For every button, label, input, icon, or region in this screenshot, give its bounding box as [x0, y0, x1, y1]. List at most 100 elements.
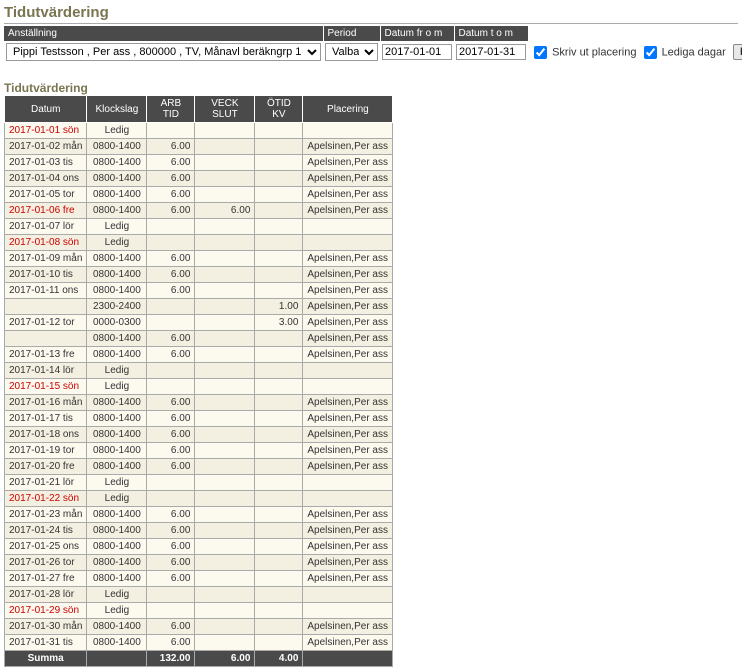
divider [4, 23, 738, 24]
cell-veck [195, 347, 255, 363]
cell-veck [195, 459, 255, 475]
cell-clock: 0800-1400 [87, 539, 147, 555]
table-row: 0800-14006.00Apelsinen,Per ass [5, 331, 393, 347]
cell-plac: Apelsinen,Per ass [303, 187, 393, 203]
table-row: 2017-01-28 lörLedig [5, 587, 393, 603]
cell-veck [195, 139, 255, 155]
cell-date: 2017-01-01 sön [5, 123, 87, 139]
cell-otid [255, 123, 303, 139]
table-row: 2017-01-21 lörLedig [5, 475, 393, 491]
table-row: 2017-01-30 mån0800-14006.00Apelsinen,Per… [5, 619, 393, 635]
cell-veck [195, 539, 255, 555]
cell-otid [255, 491, 303, 507]
cell-date: 2017-01-09 mån [5, 251, 87, 267]
cell-otid [255, 283, 303, 299]
cell-plac: Apelsinen,Per ass [303, 315, 393, 331]
cell-clock: 0800-1400 [87, 619, 147, 635]
cell-date: 2017-01-31 tis [5, 635, 87, 651]
table-row: 2017-01-17 tis0800-14006.00Apelsinen,Per… [5, 411, 393, 427]
cell-plac [303, 491, 393, 507]
cell-otid [255, 379, 303, 395]
cell-plac: Apelsinen,Per ass [303, 155, 393, 171]
cell-date: 2017-01-28 lör [5, 587, 87, 603]
table-row: 2017-01-13 fre0800-14006.00Apelsinen,Per… [5, 347, 393, 363]
table-row: 2017-01-27 fre0800-14006.00Apelsinen,Per… [5, 571, 393, 587]
cell-arb [147, 123, 195, 139]
employment-select[interactable]: Pippi Testsson , Per ass , 800000 , TV, … [6, 43, 321, 61]
cell-date: 2017-01-27 fre [5, 571, 87, 587]
cell-date: 2017-01-05 tor [5, 187, 87, 203]
cell-otid [255, 235, 303, 251]
table-row: 2017-01-18 ons0800-14006.00Apelsinen,Per… [5, 427, 393, 443]
free-days-checkbox[interactable] [644, 46, 657, 59]
cell-veck: 6.00 [195, 203, 255, 219]
date-to-input[interactable] [456, 44, 526, 60]
cell-plac: Apelsinen,Per ass [303, 555, 393, 571]
cell-veck [195, 123, 255, 139]
summary-label: Summa [5, 651, 87, 667]
cell-arb [147, 363, 195, 379]
col-header-otid: ÖTID KV [255, 96, 303, 123]
cell-arb: 6.00 [147, 267, 195, 283]
date-from-input[interactable] [382, 44, 452, 60]
table-row: 2017-01-31 tis0800-14006.00Apelsinen,Per… [5, 635, 393, 651]
cell-clock: Ledig [87, 363, 147, 379]
cell-clock: 0800-1400 [87, 171, 147, 187]
table-row: 2017-01-16 mån0800-14006.00Apelsinen,Per… [5, 395, 393, 411]
cell-otid [255, 459, 303, 475]
table-row: 2017-01-23 mån0800-14006.00Apelsinen,Per… [5, 507, 393, 523]
cell-otid [255, 587, 303, 603]
cell-plac: Apelsinen,Per ass [303, 331, 393, 347]
cell-plac [303, 475, 393, 491]
cell-plac: Apelsinen,Per ass [303, 283, 393, 299]
cell-date: 2017-01-30 mån [5, 619, 87, 635]
cell-plac: Apelsinen,Per ass [303, 507, 393, 523]
cell-clock: Ledig [87, 587, 147, 603]
table-row: 2017-01-11 ons0800-14006.00Apelsinen,Per… [5, 283, 393, 299]
cell-veck [195, 379, 255, 395]
col-header-clock: Klockslag [87, 96, 147, 123]
cell-otid [255, 267, 303, 283]
cell-clock: 0800-1400 [87, 443, 147, 459]
cell-clock: 0800-1400 [87, 283, 147, 299]
print-placement-checkbox[interactable] [534, 46, 547, 59]
cell-veck [195, 507, 255, 523]
fetch-button[interactable]: Hämta [733, 44, 742, 60]
cell-plac: Apelsinen,Per ass [303, 427, 393, 443]
table-row: 2300-24001.00Apelsinen,Per ass [5, 299, 393, 315]
section-title: Tidutvärdering [4, 81, 738, 95]
cell-otid [255, 347, 303, 363]
cell-arb: 6.00 [147, 187, 195, 203]
period-select[interactable]: Valbar [325, 43, 378, 61]
cell-otid: 1.00 [255, 299, 303, 315]
cell-plac: Apelsinen,Per ass [303, 139, 393, 155]
cell-veck [195, 283, 255, 299]
cell-veck [195, 555, 255, 571]
cell-plac: Apelsinen,Per ass [303, 539, 393, 555]
cell-veck [195, 411, 255, 427]
cell-plac: Apelsinen,Per ass [303, 443, 393, 459]
table-row: 2017-01-29 sönLedig [5, 603, 393, 619]
cell-plac [303, 379, 393, 395]
table-row: 2017-01-06 fre0800-14006.006.00Apelsinen… [5, 203, 393, 219]
cell-arb [147, 603, 195, 619]
cell-veck [195, 299, 255, 315]
cell-otid [255, 155, 303, 171]
cell-otid [255, 331, 303, 347]
table-row: 2017-01-09 mån0800-14006.00Apelsinen,Per… [5, 251, 393, 267]
summary-row: Summa 132.00 6.00 4.00 [5, 651, 393, 667]
table-row: 2017-01-08 sönLedig [5, 235, 393, 251]
cell-plac [303, 123, 393, 139]
cell-plac: Apelsinen,Per ass [303, 267, 393, 283]
cell-arb [147, 491, 195, 507]
filter-header-date-to: Datum t o m [454, 26, 528, 41]
cell-plac: Apelsinen,Per ass [303, 635, 393, 651]
cell-arb [147, 587, 195, 603]
cell-date: 2017-01-26 tor [5, 555, 87, 571]
cell-otid [255, 539, 303, 555]
table-row: 2017-01-03 tis0800-14006.00Apelsinen,Per… [5, 155, 393, 171]
summary-veck: 6.00 [195, 651, 255, 667]
cell-veck [195, 315, 255, 331]
cell-clock: 0800-1400 [87, 331, 147, 347]
cell-veck [195, 443, 255, 459]
